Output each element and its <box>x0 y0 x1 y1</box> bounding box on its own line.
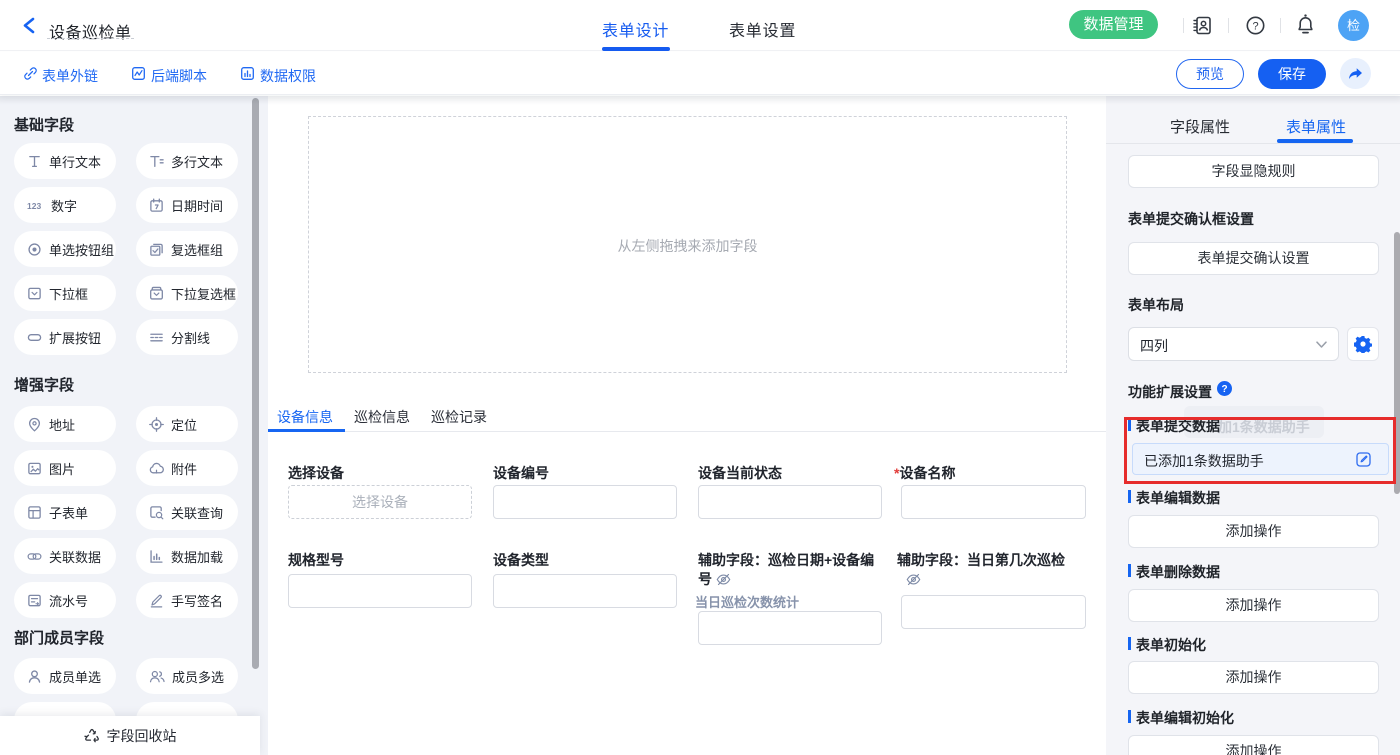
svg-text:?: ? <box>1252 20 1258 32</box>
svg-text:?: ? <box>1221 384 1227 395</box>
svg-text:123: 123 <box>27 201 41 211</box>
